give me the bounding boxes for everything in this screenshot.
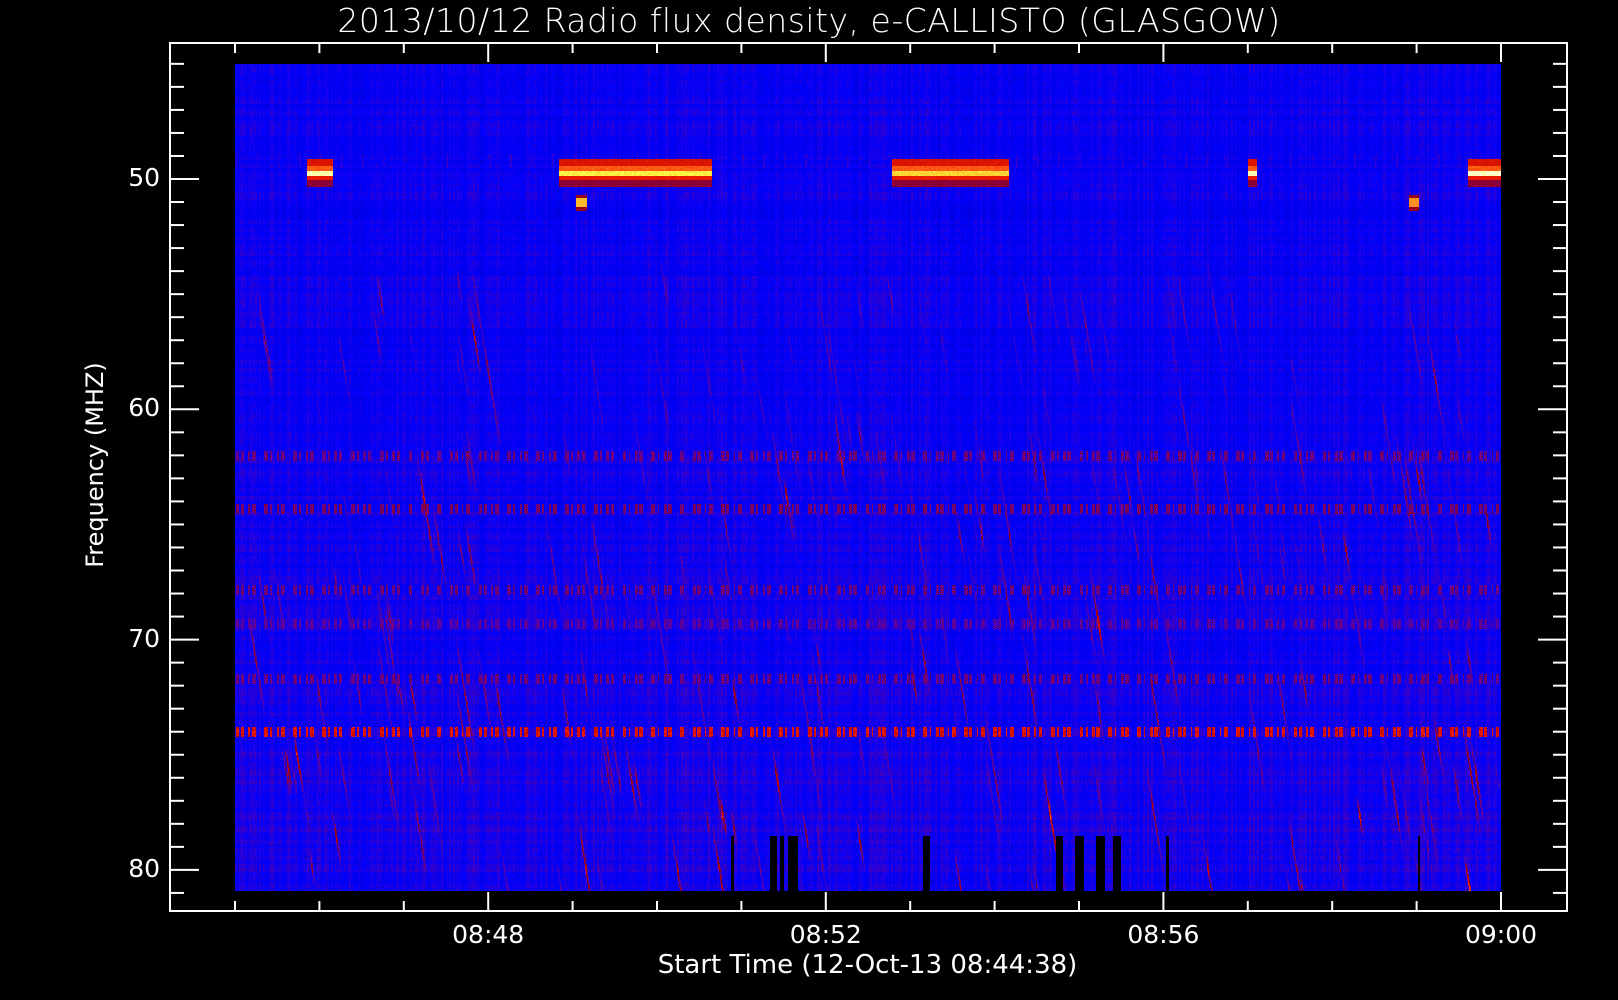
y-axis-title: Frequency (MHZ)	[81, 362, 109, 568]
x-tick-label: 08:52	[789, 920, 862, 949]
y-tick-label: 80	[128, 853, 160, 883]
chart-title: 2013/10/12 Radio flux density, e-CALLIST…	[337, 1, 1281, 40]
tick-marks	[170, 43, 1567, 911]
plot-axes	[169, 42, 1568, 912]
y-tick-label: 70	[128, 623, 160, 653]
x-tick-label: 09:00	[1464, 920, 1538, 949]
y-tick-label: 50	[128, 163, 160, 192]
plot-frame	[169, 42, 1568, 912]
x-tick-label: 08:56	[1127, 920, 1200, 949]
x-tick-label: 08:48	[452, 920, 525, 949]
x-axis-title: Start Time (12-Oct-13 08:44:38)	[657, 950, 1078, 980]
